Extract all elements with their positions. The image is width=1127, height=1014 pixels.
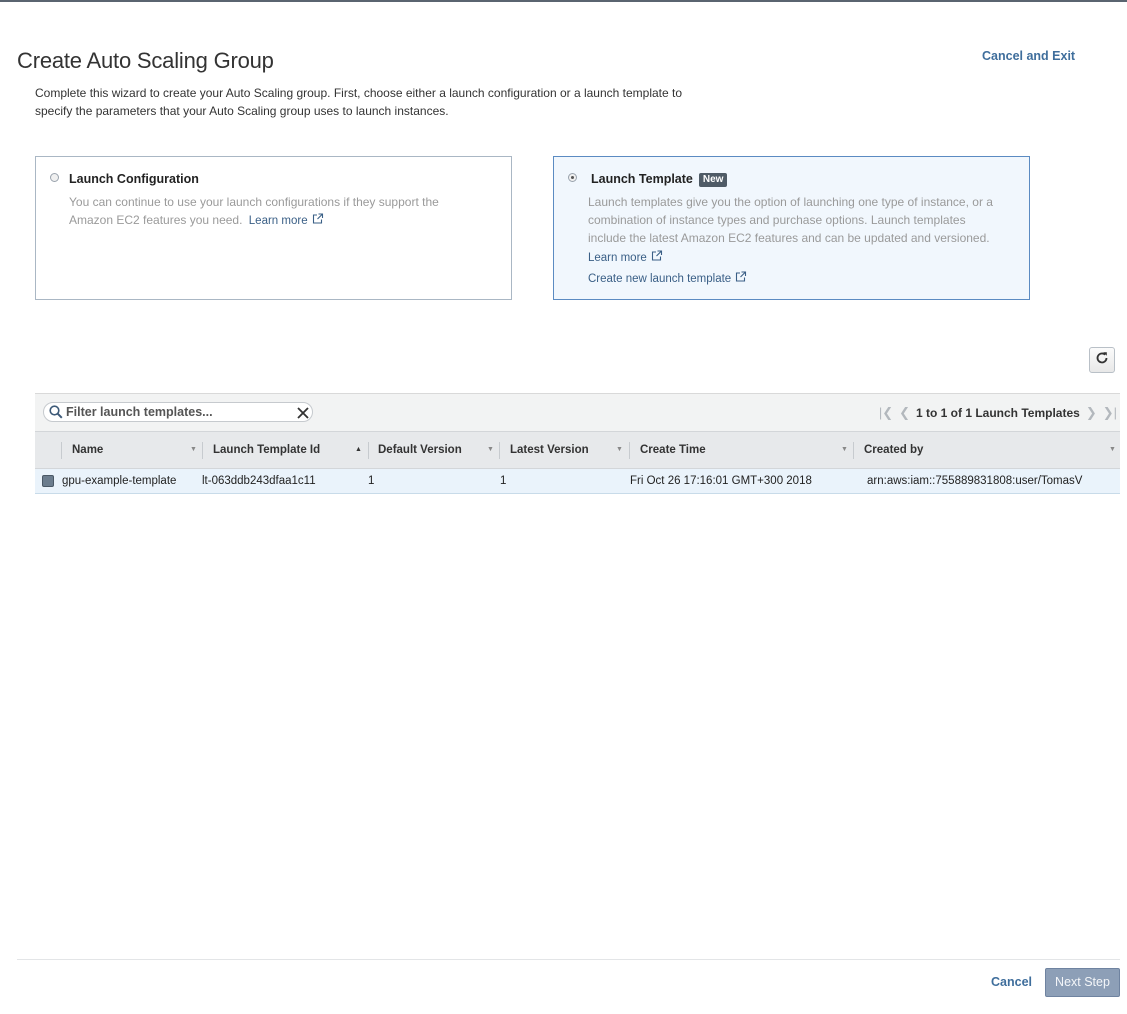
previous-page-icon[interactable]: ❮ [899, 405, 910, 421]
launch-template-desc-line-1: Launch templates give you the option of … [588, 195, 993, 209]
top-border [0, 0, 1127, 2]
refresh-button[interactable] [1089, 347, 1115, 373]
intro-text: Complete this wizard to create your Auto… [35, 84, 735, 120]
pagination: |❮ ❮ 1 to 1 of 1 Launch Templates ❯ ❯| [876, 405, 1120, 421]
sort-icon: ▼ [190, 446, 197, 453]
external-link-icon [735, 271, 747, 285]
column-divider[interactable] [499, 442, 500, 459]
footer-divider [17, 959, 1120, 960]
clear-filter-icon[interactable] [297, 406, 309, 424]
create-new-launch-template-label: Create new launch template [588, 273, 732, 285]
launch-configuration-option[interactable]: Launch Configuration You can continue to… [35, 156, 512, 300]
cell-default-version: 1 [368, 475, 375, 487]
intro-line-1: Complete this wizard to create your Auto… [35, 86, 683, 100]
row-select-checkbox[interactable] [42, 475, 54, 487]
create-new-launch-template-link[interactable]: Create new launch template [588, 271, 747, 285]
cell-name: gpu-example-template [62, 475, 177, 487]
filter-box [43, 402, 313, 422]
sort-ascending-icon: ▲ [355, 446, 362, 453]
next-step-button[interactable]: Next Step [1045, 968, 1120, 997]
column-header-latest-version[interactable]: Latest Version [510, 432, 589, 468]
cell-create-time: Fri Oct 26 17:16:01 GMT+300 2018 [630, 475, 812, 487]
filter-launch-templates-input[interactable] [66, 405, 286, 419]
column-divider[interactable] [629, 442, 630, 459]
refresh-icon [1095, 351, 1109, 370]
search-icon [49, 405, 63, 424]
launch-template-desc-line-3: include the latest Amazon EC2 features a… [588, 231, 990, 245]
table-header: Name ▼ Launch Template Id ▲ Default Vers… [35, 431, 1120, 469]
column-header-default-version[interactable]: Default Version [378, 432, 462, 468]
launch-template-learn-more-link[interactable]: Learn more [588, 250, 663, 264]
launch-configuration-radio[interactable] [50, 173, 59, 182]
learn-more-label: Learn more [248, 215, 308, 227]
launch-template-option[interactable]: Launch Template New Launch templates give… [553, 156, 1030, 300]
table-toolbar: |❮ ❮ 1 to 1 of 1 Launch Templates ❯ ❯| [35, 393, 1120, 432]
column-divider[interactable] [368, 442, 369, 459]
pagination-status: 1 to 1 of 1 Launch Templates [916, 406, 1080, 420]
launch-configuration-description: You can continue to use your launch conf… [69, 193, 499, 230]
first-page-icon[interactable]: |❮ [879, 405, 893, 421]
launch-template-title: Launch Template [591, 172, 693, 186]
sort-icon: ▼ [487, 446, 494, 453]
column-header-name[interactable]: Name [72, 432, 103, 468]
new-badge: New [698, 173, 728, 187]
launch-configuration-desc-line-1: You can continue to use your launch conf… [69, 195, 439, 209]
launch-template-radio[interactable] [568, 173, 577, 182]
intro-line-2: specify the parameters that your Auto Sc… [35, 104, 449, 118]
column-divider[interactable] [202, 442, 203, 459]
column-divider [61, 442, 62, 459]
sort-icon: ▼ [1109, 446, 1116, 453]
cell-launch-template-id: lt-063ddb243dfaa1c11 [202, 475, 316, 487]
sort-icon: ▼ [841, 446, 848, 453]
table-row[interactable]: gpu-example-template lt-063ddb243dfaa1c1… [35, 469, 1120, 494]
column-header-created-by[interactable]: Created by [864, 432, 923, 468]
column-divider[interactable] [853, 442, 854, 459]
launch-template-title-row: Launch Template New [591, 172, 728, 187]
launch-configuration-title: Launch Configuration [69, 172, 199, 186]
cell-created-by: arn:aws:iam::755889831808:user/TomasV [867, 475, 1083, 487]
external-link-icon [312, 212, 324, 230]
learn-more-label: Learn more [588, 252, 647, 264]
next-page-icon[interactable]: ❯ [1086, 405, 1097, 421]
launch-template-desc-line-2: combination of instance types and purcha… [588, 213, 966, 227]
last-page-icon[interactable]: ❯| [1103, 405, 1117, 421]
page-title: Create Auto Scaling Group [17, 48, 274, 73]
launch-configuration-desc-line-2: Amazon EC2 features you need. [69, 213, 243, 227]
column-header-launch-template-id[interactable]: Launch Template Id [213, 432, 320, 468]
launch-configuration-learn-more-link[interactable]: Learn more [248, 212, 324, 230]
cancel-and-exit-link[interactable]: Cancel and Exit [982, 49, 1075, 63]
cell-latest-version: 1 [500, 475, 507, 487]
launch-template-description: Launch templates give you the option of … [588, 193, 1028, 247]
external-link-icon [651, 250, 663, 264]
sort-icon: ▼ [616, 446, 623, 453]
column-header-create-time[interactable]: Create Time [640, 432, 706, 468]
cancel-button[interactable]: Cancel [991, 975, 1032, 989]
